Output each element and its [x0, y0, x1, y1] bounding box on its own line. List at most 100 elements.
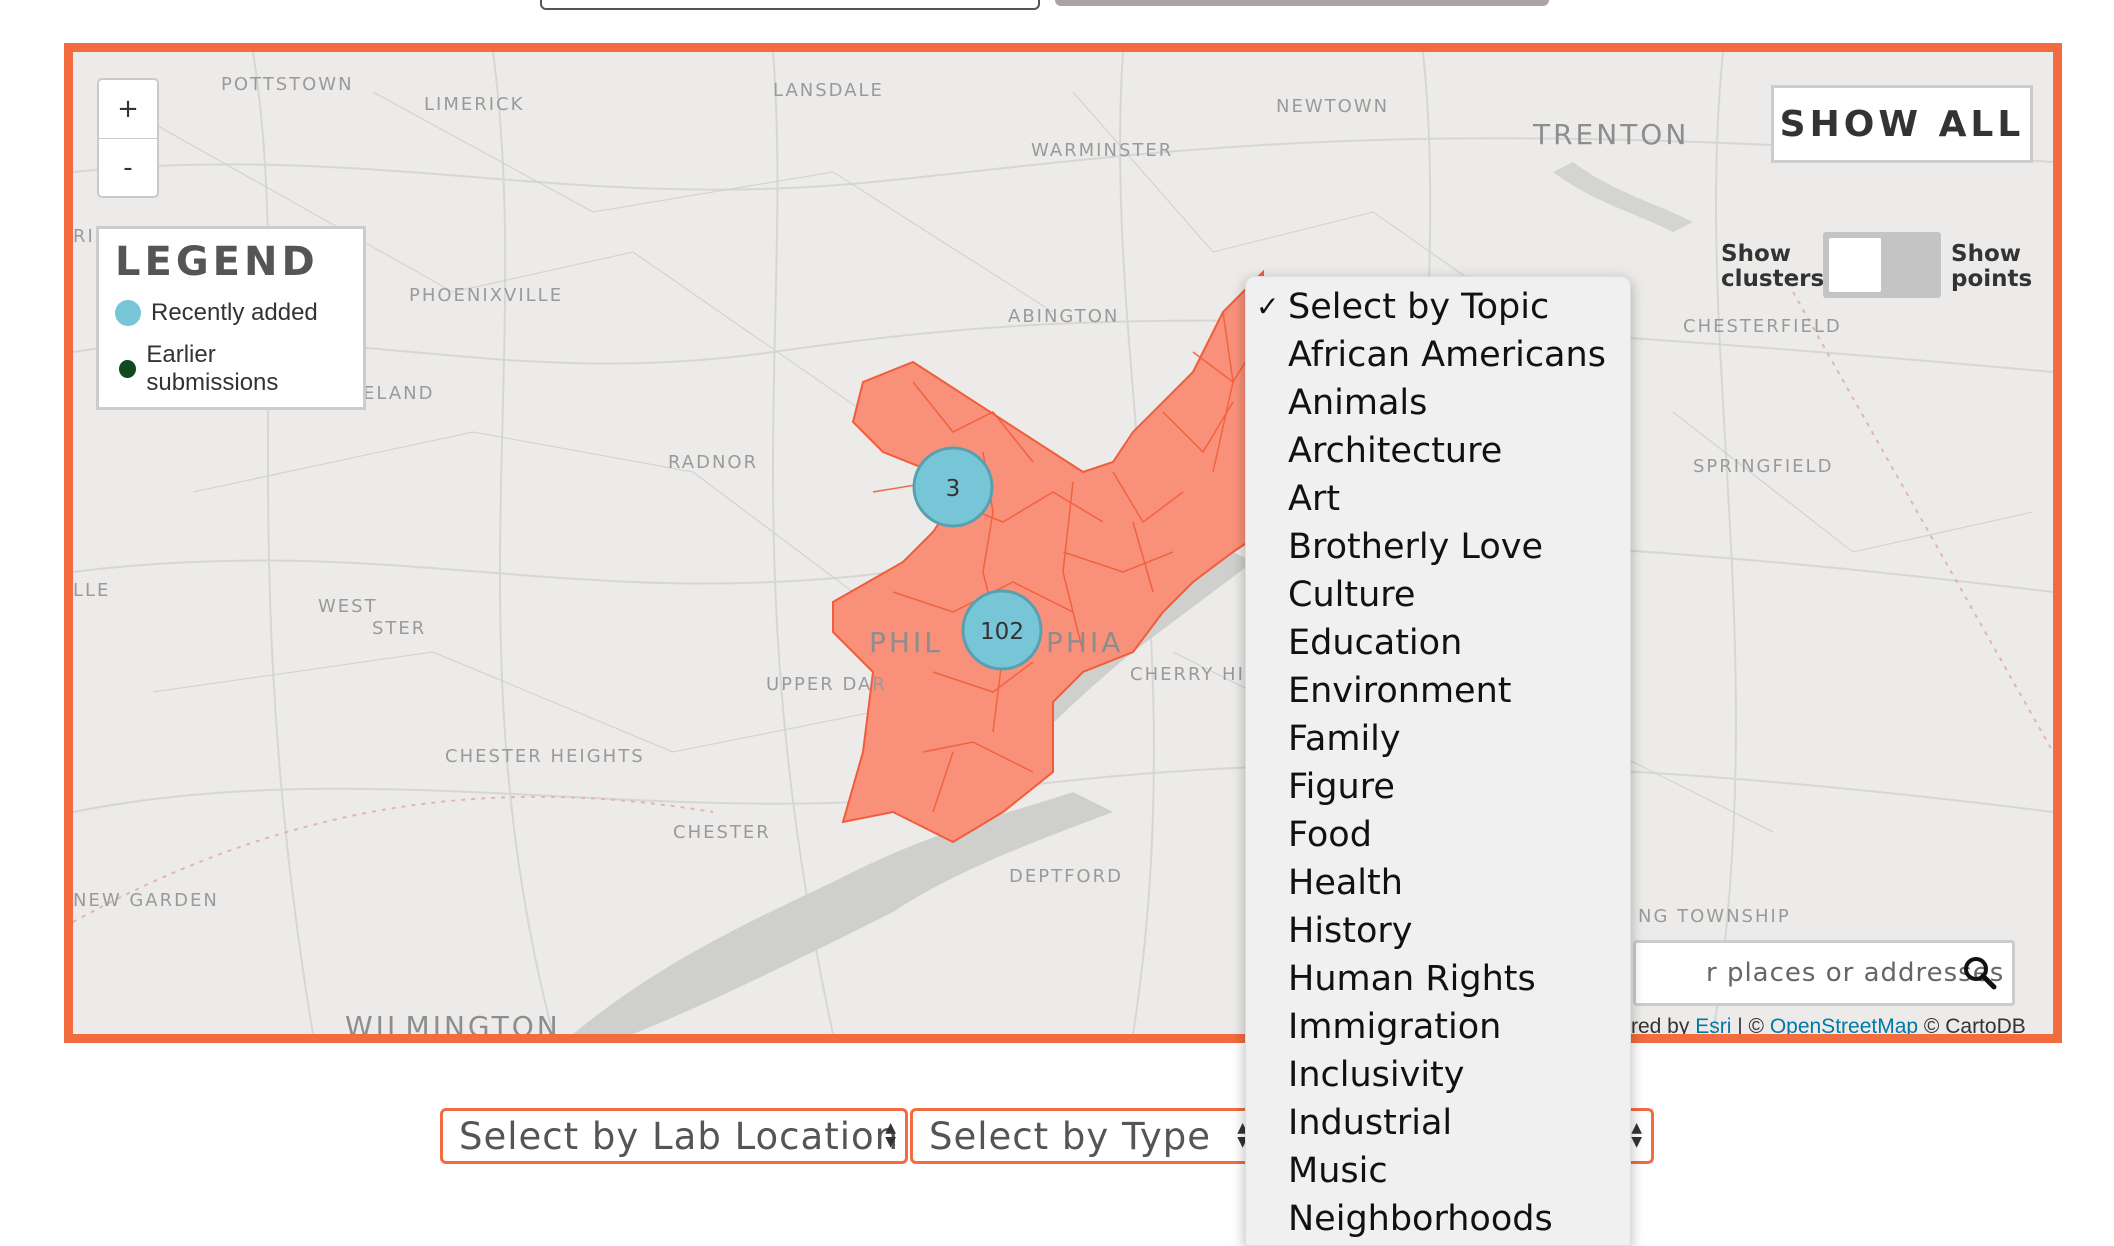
toggle-left-label-line1: Show [1721, 241, 1791, 267]
cluster-count: 102 [980, 619, 1024, 645]
recent-dot-icon [115, 300, 141, 326]
place-label: DEPTFORD [1009, 866, 1123, 887]
toggle-right-label: Show points [1951, 242, 2032, 292]
topic-option[interactable]: History [1246, 907, 1630, 955]
show-all-button[interactable]: SHOW ALL [1771, 85, 2033, 163]
topic-option-label: Animals [1288, 383, 1428, 423]
zoom-in-button[interactable]: + [99, 80, 157, 138]
search-placeholder: r places or addresses [1706, 958, 2005, 988]
select-arrows-icon: ▲ ▼ [1631, 1120, 1643, 1150]
topic-option[interactable]: Brotherly Love [1246, 523, 1630, 571]
topic-option-label: Family [1288, 719, 1401, 759]
topic-option[interactable]: Neighborhoods [1246, 1195, 1630, 1243]
lab-location-select[interactable]: Select by Lab Location ▲ ▼ [440, 1108, 908, 1164]
topic-option[interactable]: Immigration [1246, 1003, 1630, 1051]
topic-option[interactable]: Environment [1246, 667, 1630, 715]
topic-option[interactable]: Culture [1246, 571, 1630, 619]
place-label: WARMINSTER [1031, 140, 1173, 161]
earlier-dot-icon [119, 360, 137, 378]
map-attribution: red by Esri | © OpenStreetMap © CartoDB [1631, 1015, 2026, 1038]
topic-option[interactable]: Animals [1246, 379, 1630, 427]
place-label: PHIL [869, 626, 943, 659]
topic-option-label: Environment [1288, 671, 1512, 711]
type-select-value: Select by Type [929, 1114, 1212, 1158]
map-container[interactable]: POTTSTOWN LIMERICK LANSDALE NEWTOWN TREN… [64, 43, 2062, 1043]
place-label: CHESTER HEIGHTS [445, 746, 645, 767]
topic-option-label: Human Rights [1288, 959, 1536, 999]
place-label: SPRINGFIELD [1693, 456, 1833, 477]
topic-option[interactable]: Education [1246, 619, 1630, 667]
topic-option[interactable]: Human Rights [1246, 955, 1630, 1003]
topic-option-label: Culture [1288, 575, 1416, 615]
toggle-left-label: Show clusters [1721, 242, 1824, 292]
toggle-right-label-line2: points [1951, 266, 2033, 292]
top-input-partial[interactable] [540, 0, 1040, 10]
toggle-knob[interactable] [1829, 238, 1881, 292]
topic-option-label: Select by Topic [1288, 287, 1550, 327]
zoom-control: + - [97, 78, 159, 198]
clusters-points-toggle[interactable] [1823, 232, 1941, 298]
osm-link[interactable]: OpenStreetMap [1770, 1015, 1918, 1034]
basemap: POTTSTOWN LIMERICK LANSDALE NEWTOWN TREN… [73, 52, 2053, 1034]
cluster-marker[interactable]: 102 [961, 589, 1043, 671]
topic-option-label: History [1288, 911, 1413, 951]
legend-item-recent: Recently added [115, 299, 347, 327]
place-label: POTTSTOWN [221, 74, 354, 95]
topic-option-label: Immigration [1288, 1007, 1502, 1047]
lab-location-select-value: Select by Lab Location [459, 1114, 900, 1158]
top-button-partial[interactable] [1055, 0, 1549, 6]
topic-option-label: Inclusivity [1288, 1055, 1465, 1095]
topic-option-label: Health [1288, 863, 1403, 903]
esri-link[interactable]: Esri [1695, 1015, 1731, 1034]
topic-option[interactable]: Family [1246, 715, 1630, 763]
topic-option[interactable]: Inclusivity [1246, 1051, 1630, 1099]
topic-option-label: Food [1288, 815, 1372, 855]
legend: LEGEND Recently added Earlier submission… [96, 226, 366, 410]
search-icon[interactable] [1962, 955, 1998, 991]
place-label: CHESTER [673, 822, 771, 843]
place-label: STER [372, 618, 426, 639]
topic-option[interactable]: Figure [1246, 763, 1630, 811]
place-label: NEW GARDEN [73, 890, 219, 911]
place-label: TRENTON [1532, 118, 1689, 151]
toggle-left-label-line2: clusters [1721, 266, 1825, 292]
place-label: RADNOR [668, 452, 758, 473]
place-label: UPPER DAR [766, 674, 887, 695]
place-label: WILMINGTON [345, 1010, 561, 1034]
topic-option-label: African Americans [1288, 335, 1606, 375]
attribution-prefix: red by [1631, 1015, 1696, 1038]
place-label: LIMERICK [424, 94, 524, 115]
place-label: ELAND [363, 383, 434, 404]
topic-option[interactable]: Art [1246, 475, 1630, 523]
topic-option[interactable]: Music [1246, 1147, 1630, 1195]
topic-option-label: Music [1288, 1151, 1388, 1191]
place-label: RI [73, 226, 95, 247]
address-search[interactable]: r places or addresses [1633, 940, 2015, 1006]
cluster-count: 3 [946, 476, 961, 502]
topic-option-label: Industrial [1288, 1103, 1453, 1143]
type-select[interactable]: Select by Type ▲ ▼ [910, 1108, 1260, 1164]
topic-option-label: Art [1288, 479, 1341, 519]
cluster-marker[interactable]: 3 [912, 446, 994, 528]
topic-option[interactable]: ✓ Select by Topic [1246, 283, 1630, 331]
topic-option[interactable]: Health [1246, 859, 1630, 907]
toggle-right-label-line1: Show [1951, 241, 2021, 267]
place-label: ABINGTON [1008, 306, 1119, 327]
topic-option-label: Figure [1288, 767, 1395, 807]
zoom-out-button[interactable]: - [99, 138, 157, 197]
topic-option[interactable]: Industrial [1246, 1099, 1630, 1147]
place-label: CHERRY HIL [1130, 664, 1257, 685]
place-label: NEWTOWN [1276, 96, 1389, 117]
checkmark-icon: ✓ [1256, 290, 1280, 323]
place-label: CHESTERFIELD [1683, 316, 1842, 337]
place-label: LANSDALE [773, 80, 884, 101]
place-label: LLE [73, 580, 110, 601]
topic-option[interactable]: Architecture [1246, 427, 1630, 475]
topic-option[interactable]: African Americans [1246, 331, 1630, 379]
legend-item-label: Earlier submissions [146, 341, 279, 396]
place-label: WEST [318, 596, 378, 617]
topic-dropdown-menu[interactable]: ✓ Select by Topic African Americans Anima… [1245, 276, 1631, 1246]
legend-item-label: Recently added [151, 299, 318, 326]
place-label: NG TOWNSHIP [1638, 906, 1791, 927]
topic-option[interactable]: Food [1246, 811, 1630, 859]
